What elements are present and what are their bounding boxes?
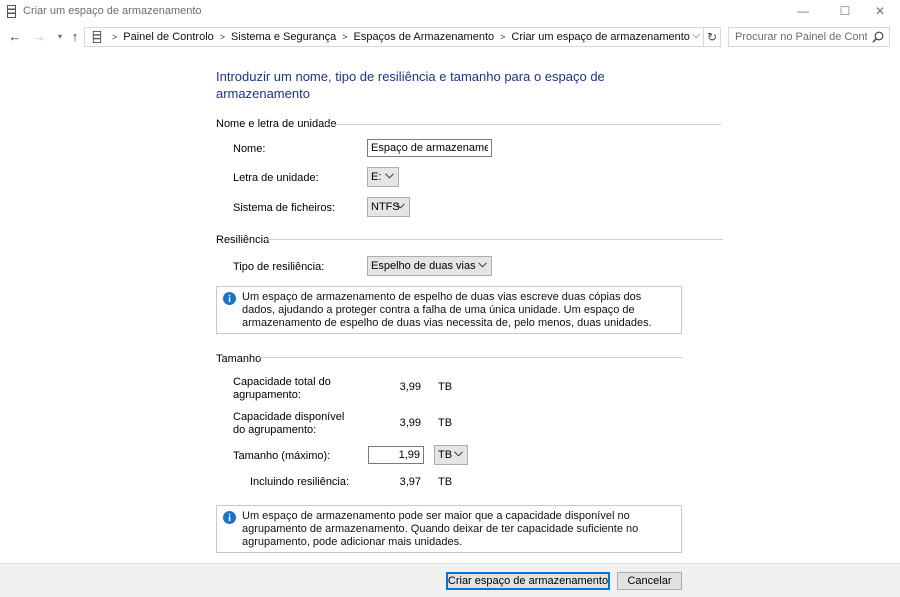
- breadcrumb-storage-spaces[interactable]: Espaços de Armazenamento: [353, 31, 494, 43]
- refresh-icon[interactable]: ↻: [704, 27, 721, 47]
- page-title: Introduzir um nome, tipo de resiliência …: [216, 69, 605, 101]
- size-info-text: Um espaço de armazenamento pode ser maio…: [242, 510, 639, 548]
- section-divider: [265, 239, 723, 240]
- including-resiliency-unit: TB: [438, 476, 453, 488]
- drive-letter-select[interactable]: E:: [367, 167, 399, 187]
- title-bar: Criar um espaço de armazenamento — ☐ ✕: [0, 0, 900, 22]
- chevron-down-icon: [478, 262, 487, 268]
- available-capacity-label: Capacidade disponível do agrupamento:: [233, 411, 345, 436]
- chevron-down-icon: [454, 451, 463, 457]
- up-arrow-icon[interactable]: ↑: [66, 28, 84, 46]
- name-label: Nome:: [233, 143, 266, 155]
- breadcrumb-separator-icon[interactable]: >: [342, 32, 347, 42]
- drive-letter-value: E:: [371, 171, 382, 183]
- storage-spaces-icon: [92, 31, 102, 43]
- file-system-select[interactable]: NTFS: [367, 197, 410, 217]
- section-divider: [259, 357, 682, 358]
- available-capacity-unit: TB: [438, 417, 453, 429]
- available-capacity-value: 3,99: [399, 417, 421, 429]
- info-icon: [223, 292, 236, 305]
- search-icon[interactable]: [872, 31, 884, 43]
- address-bar[interactable]: > Painel de Controlo > Sistema e Seguran…: [84, 27, 704, 47]
- storage-spaces-icon: [7, 5, 16, 18]
- resiliency-type-select[interactable]: Espelho de duas vias: [367, 256, 492, 276]
- create-storage-space-button[interactable]: Criar espaço de armazenamento: [446, 572, 610, 590]
- resiliency-info-text: Um espaço de armazenamento de espelho de…: [242, 291, 652, 329]
- breadcrumb-system-security[interactable]: Sistema e Segurança: [231, 31, 336, 43]
- resiliency-type-label: Tipo de resiliência:: [233, 261, 325, 273]
- size-label: Tamanho (máximo):: [233, 450, 331, 462]
- total-capacity-unit: TB: [438, 381, 453, 393]
- total-capacity-value: 3,99: [399, 381, 421, 393]
- main-content: Introduzir um nome, tipo de resiliência …: [0, 50, 900, 563]
- drive-letter-label: Letra de unidade:: [233, 172, 319, 184]
- info-icon: [223, 511, 236, 524]
- section-title-resiliency: Resiliência: [216, 234, 270, 246]
- breadcrumb-separator-icon[interactable]: >: [220, 32, 225, 42]
- size-info-box: Um espaço de armazenamento pode ser maio…: [216, 505, 682, 553]
- chevron-down-icon: [385, 173, 394, 179]
- forward-arrow-icon[interactable]: →: [30, 28, 48, 46]
- chevron-down-icon: [396, 203, 405, 209]
- section-title-size: Tamanho: [216, 353, 262, 365]
- window-title: Criar um espaço de armazenamento: [23, 5, 202, 17]
- resiliency-type-value: Espelho de duas vias: [371, 260, 476, 272]
- minimize-button[interactable]: —: [781, 0, 825, 22]
- back-arrow-icon[interactable]: ←: [6, 28, 24, 46]
- breadcrumb-control-panel[interactable]: Painel de Controlo: [123, 31, 214, 43]
- navigation-bar: ← → ▾ ↑ > Painel de Controlo > Sistema e…: [0, 24, 900, 50]
- file-system-label: Sistema de ficheiros:: [233, 202, 336, 214]
- including-resiliency-label: Incluindo resiliência:: [250, 476, 350, 488]
- name-input[interactable]: [367, 139, 492, 157]
- search-input[interactable]: [729, 28, 867, 46]
- address-dropdown-icon[interactable]: ⌵: [692, 30, 700, 41]
- section-divider: [325, 124, 721, 125]
- cancel-button[interactable]: Cancelar: [617, 572, 682, 590]
- section-title-name: Nome e letra de unidade: [216, 118, 337, 130]
- total-capacity-label: Capacidade total do agrupamento:: [233, 376, 331, 401]
- including-resiliency-value: 3,97: [399, 476, 421, 488]
- resiliency-info-box: Um espaço de armazenamento de espelho de…: [216, 286, 682, 334]
- size-unit-value: TB: [438, 449, 453, 461]
- breadcrumb-separator-icon[interactable]: >: [500, 32, 505, 42]
- close-button[interactable]: ✕: [858, 0, 900, 22]
- button-bar: Criar espaço de armazenamento Cancelar: [0, 563, 900, 597]
- breadcrumb-create-storage-space[interactable]: Criar um espaço de armazenamento: [511, 31, 690, 43]
- size-input[interactable]: [368, 446, 424, 464]
- search-box: [728, 27, 890, 47]
- size-unit-select[interactable]: TB: [434, 445, 468, 465]
- breadcrumb-separator-icon[interactable]: >: [112, 32, 117, 42]
